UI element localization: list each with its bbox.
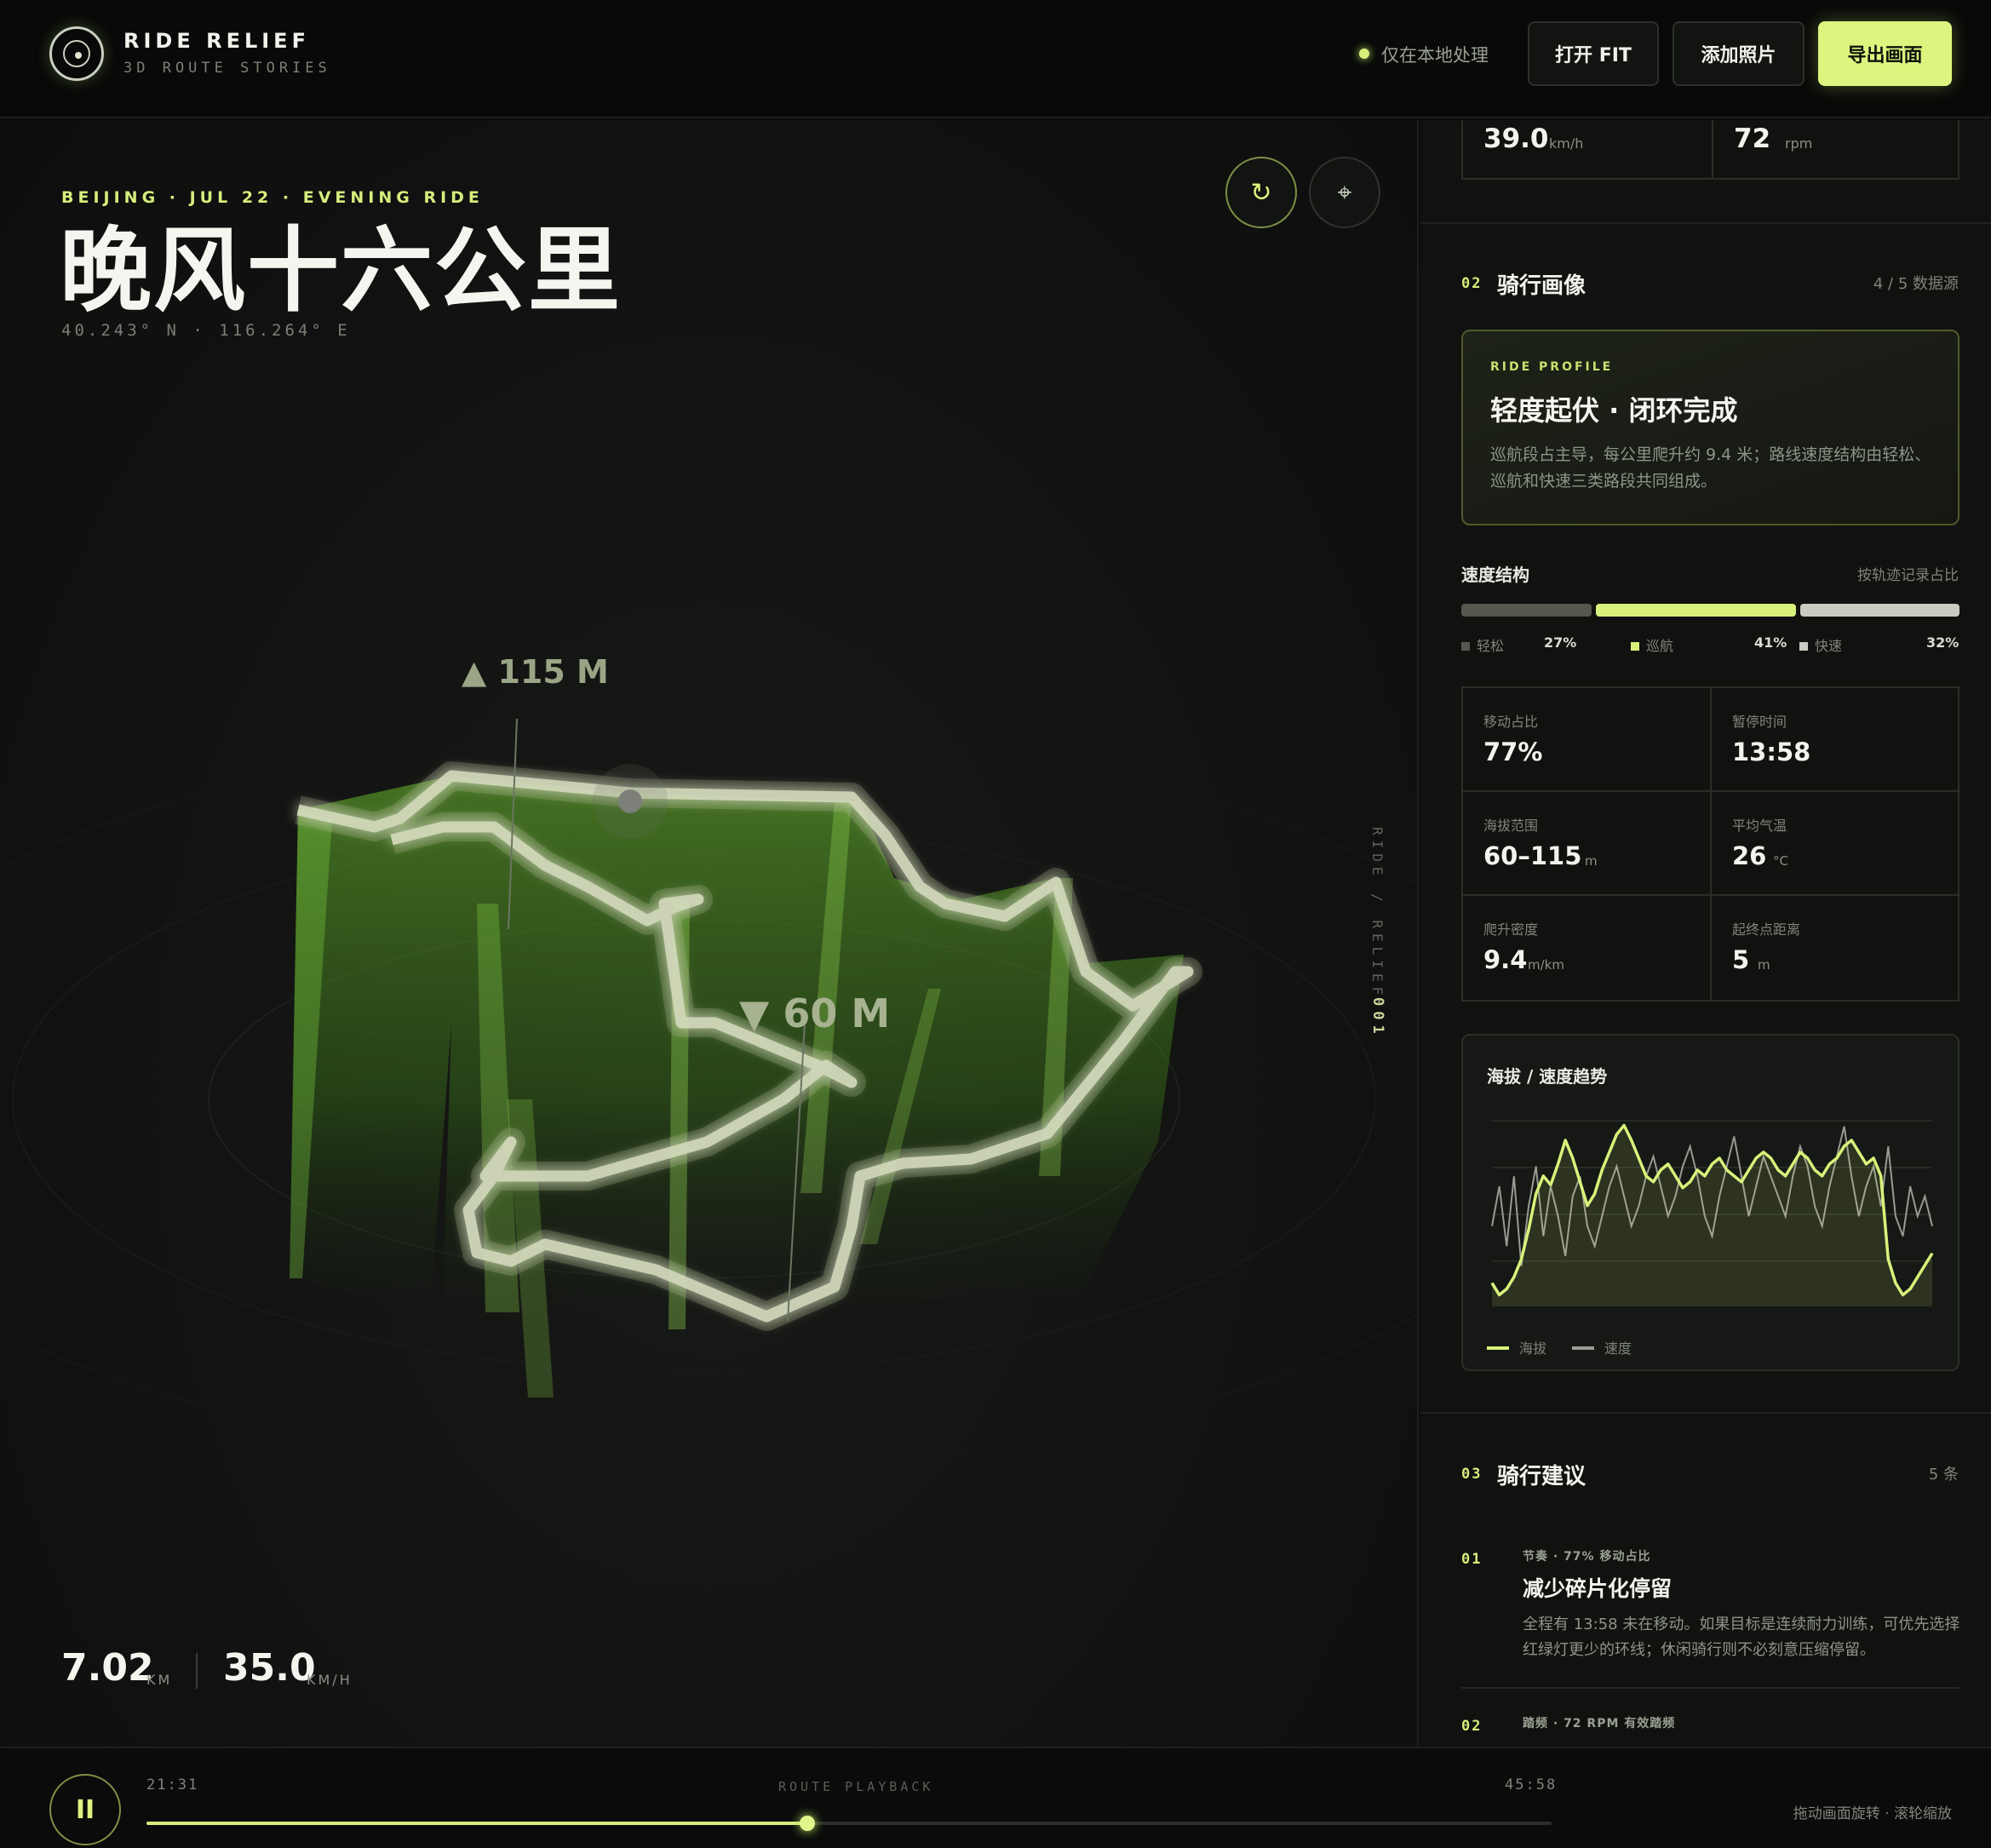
ride-profile-card: RIDE PROFILE 轻度起伏 · 闭环完成 巡航段占主导，每公里爬升约 9…	[1461, 330, 1959, 525]
ride-coordinates: 40.243° N · 116.264° E	[61, 321, 351, 340]
legend-line-icon	[1572, 1346, 1594, 1350]
brand-title: RIDE RELIEF	[123, 29, 310, 53]
section-title-profile: 骑行画像	[1497, 273, 1586, 299]
brand-subtitle: 3D ROUTE STORIES	[123, 60, 331, 77]
export-button[interactable]: 导出画面	[1818, 21, 1952, 86]
distance-value: 7.02	[61, 1646, 154, 1690]
elevation-speed-chart-card: 海拔 / 速度趋势 海拔 速度	[1461, 1034, 1959, 1371]
advice-number: 02	[1461, 1718, 1483, 1735]
interaction-hint: 拖动画面旋转 · 滚轮缩放	[1793, 1805, 1952, 1822]
playback-end-time: 45:58	[1505, 1776, 1558, 1793]
speed-structure-note: 按轨迹记录占比	[1857, 567, 1959, 584]
advice-kicker: 踏频 · 72 RPM 有效踏频	[1523, 1717, 1676, 1730]
profile-description: 巡航段占主导，每公里爬升约 9.4 米；路线速度结构由轻松、巡航和快速三类路段共…	[1490, 445, 1931, 491]
recenter-button[interactable]: ⌖	[1309, 157, 1380, 228]
cadence-value: 72	[1734, 123, 1771, 154]
profile-title: 轻度起伏 · 闭环完成	[1490, 394, 1738, 427]
advice-count: 5 条	[1928, 1466, 1959, 1484]
legend-fast-pct: 32%	[1926, 634, 1959, 651]
section-divider	[1420, 1412, 1991, 1414]
playback-label: ROUTE PLAYBACK	[778, 1779, 934, 1794]
legend-easy-pct: 27%	[1544, 634, 1577, 651]
max-elevation-label: ▲ 115 M	[462, 653, 609, 691]
advice-title: 减少碎片化停留	[1523, 1576, 1673, 1601]
app-header: RIDE RELIEF 3D ROUTE STORIES 仅在本地处理 打开 F…	[0, 0, 1991, 118]
refresh-icon: ↻	[1250, 177, 1272, 208]
section-divider	[1420, 222, 1991, 224]
distance-unit: KM	[146, 1672, 173, 1688]
playback-progress	[146, 1822, 807, 1825]
page-title: 晚风十六公里	[60, 218, 623, 324]
pause-button[interactable]: II	[49, 1774, 121, 1845]
route-map-canvas[interactable]: BEIJING · JUL 22 · EVENING RIDE 晚风十六公里 4…	[0, 120, 1419, 1747]
top-stat-cells: 39.0 km/h 72 rpm	[1461, 120, 1959, 180]
speed-segment-cruise	[1595, 604, 1796, 617]
legend-speed: 速度	[1572, 1337, 1632, 1357]
playback-handle[interactable]	[799, 1816, 815, 1831]
playback-scrubber[interactable]	[146, 1816, 1552, 1831]
pause-icon: II	[75, 1794, 95, 1825]
local-processing-label: 仅在本地处理	[1381, 45, 1489, 66]
speed-segment-easy	[1461, 604, 1592, 617]
max-speed-cell: 39.0 km/h	[1463, 120, 1712, 178]
metric-pause-time: 暂停时间 13:58	[1712, 688, 1960, 792]
legend-cruise-pct: 41%	[1754, 634, 1787, 651]
max-speed-value: 39.0	[1483, 123, 1549, 154]
stat-divider	[196, 1653, 198, 1689]
legend-swatch-icon	[1631, 642, 1639, 651]
speed-segment-fast	[1799, 604, 1959, 617]
cadence-unit: rpm	[1785, 135, 1813, 152]
open-fit-button[interactable]: 打开 FIT	[1528, 21, 1659, 86]
legend-fast: 快速	[1799, 634, 1842, 655]
ride-kicker: BEIJING · JUL 22 · EVENING RIDE	[61, 188, 484, 207]
max-speed-unit: km/h	[1549, 135, 1584, 152]
metrics-grid: 移动占比 77% 暂停时间 13:58 海拔范围 60–115 m 平均气温 26 °C 爬…	[1461, 686, 1960, 1001]
route-3d-render[interactable]	[0, 120, 1419, 1747]
playback-start-time: 21:31	[146, 1776, 199, 1793]
advice-description: 全程有 13:58 未在移动。如果目标是连续耐力训练，可优先选择红绿灯更少的环线…	[1523, 1616, 1960, 1659]
legend-elevation: 海拔	[1487, 1337, 1546, 1357]
advice-kicker: 节奏 · 77% 移动占比	[1523, 1550, 1651, 1564]
cadence-cell: 72 rpm	[1712, 120, 1960, 178]
refresh-view-button[interactable]: ↻	[1225, 157, 1297, 228]
section-number: 03	[1461, 1466, 1483, 1483]
legend-easy: 轻松	[1461, 634, 1504, 655]
legend-swatch-icon	[1461, 642, 1470, 651]
advice-divider	[1461, 1687, 1959, 1689]
data-source-count: 4 / 5 数据源	[1873, 275, 1959, 293]
metric-climb-density: 爬升密度 9.4 m/km	[1463, 896, 1712, 1000]
metric-start-end-distance: 起终点距离 5 m	[1732, 921, 1801, 974]
legend-line-icon	[1487, 1346, 1509, 1350]
stats-sidebar[interactable]: 39.0 km/h 72 rpm 02 骑行画像 4 / 5 数据源 RIDE …	[1420, 120, 1991, 1747]
section-number: 02	[1461, 275, 1483, 292]
vertical-brand-label: RIDE / RELIEF	[1369, 827, 1386, 1001]
metric-avg-temp: 平均气温 26 °C	[1712, 792, 1960, 896]
vertical-index: 001	[1369, 997, 1386, 1039]
elevation-series-area	[1492, 1125, 1932, 1306]
metric-moving-ratio: 移动占比 77%	[1463, 688, 1712, 792]
legend-cruise: 巡航	[1631, 634, 1673, 655]
playback-bar: II 21:31 ROUTE PLAYBACK 45:58 拖动画面旋转 · 滚…	[0, 1747, 1991, 1848]
speed-structure-label: 速度结构	[1461, 565, 1529, 585]
add-photo-button[interactable]: 添加照片	[1673, 21, 1805, 86]
logo-icon	[49, 26, 104, 81]
avg-speed-value: 35.0	[223, 1646, 316, 1690]
status-dot-icon	[1359, 49, 1369, 59]
legend-swatch-icon	[1799, 642, 1808, 651]
advice-number: 01	[1461, 1551, 1483, 1568]
avg-speed-unit: KM/H	[307, 1672, 353, 1688]
elevation-speed-chart	[1490, 1120, 1934, 1306]
speed-structure-bar	[1461, 604, 1959, 617]
section-title-advice: 骑行建议	[1497, 1464, 1586, 1489]
min-elevation-label: ▼ 60 M	[739, 990, 891, 1036]
metric-elevation-range: 海拔范围 60–115 m	[1463, 792, 1712, 896]
crosshair-icon: ⌖	[1337, 177, 1352, 208]
profile-kicker: RIDE PROFILE	[1490, 360, 1614, 374]
